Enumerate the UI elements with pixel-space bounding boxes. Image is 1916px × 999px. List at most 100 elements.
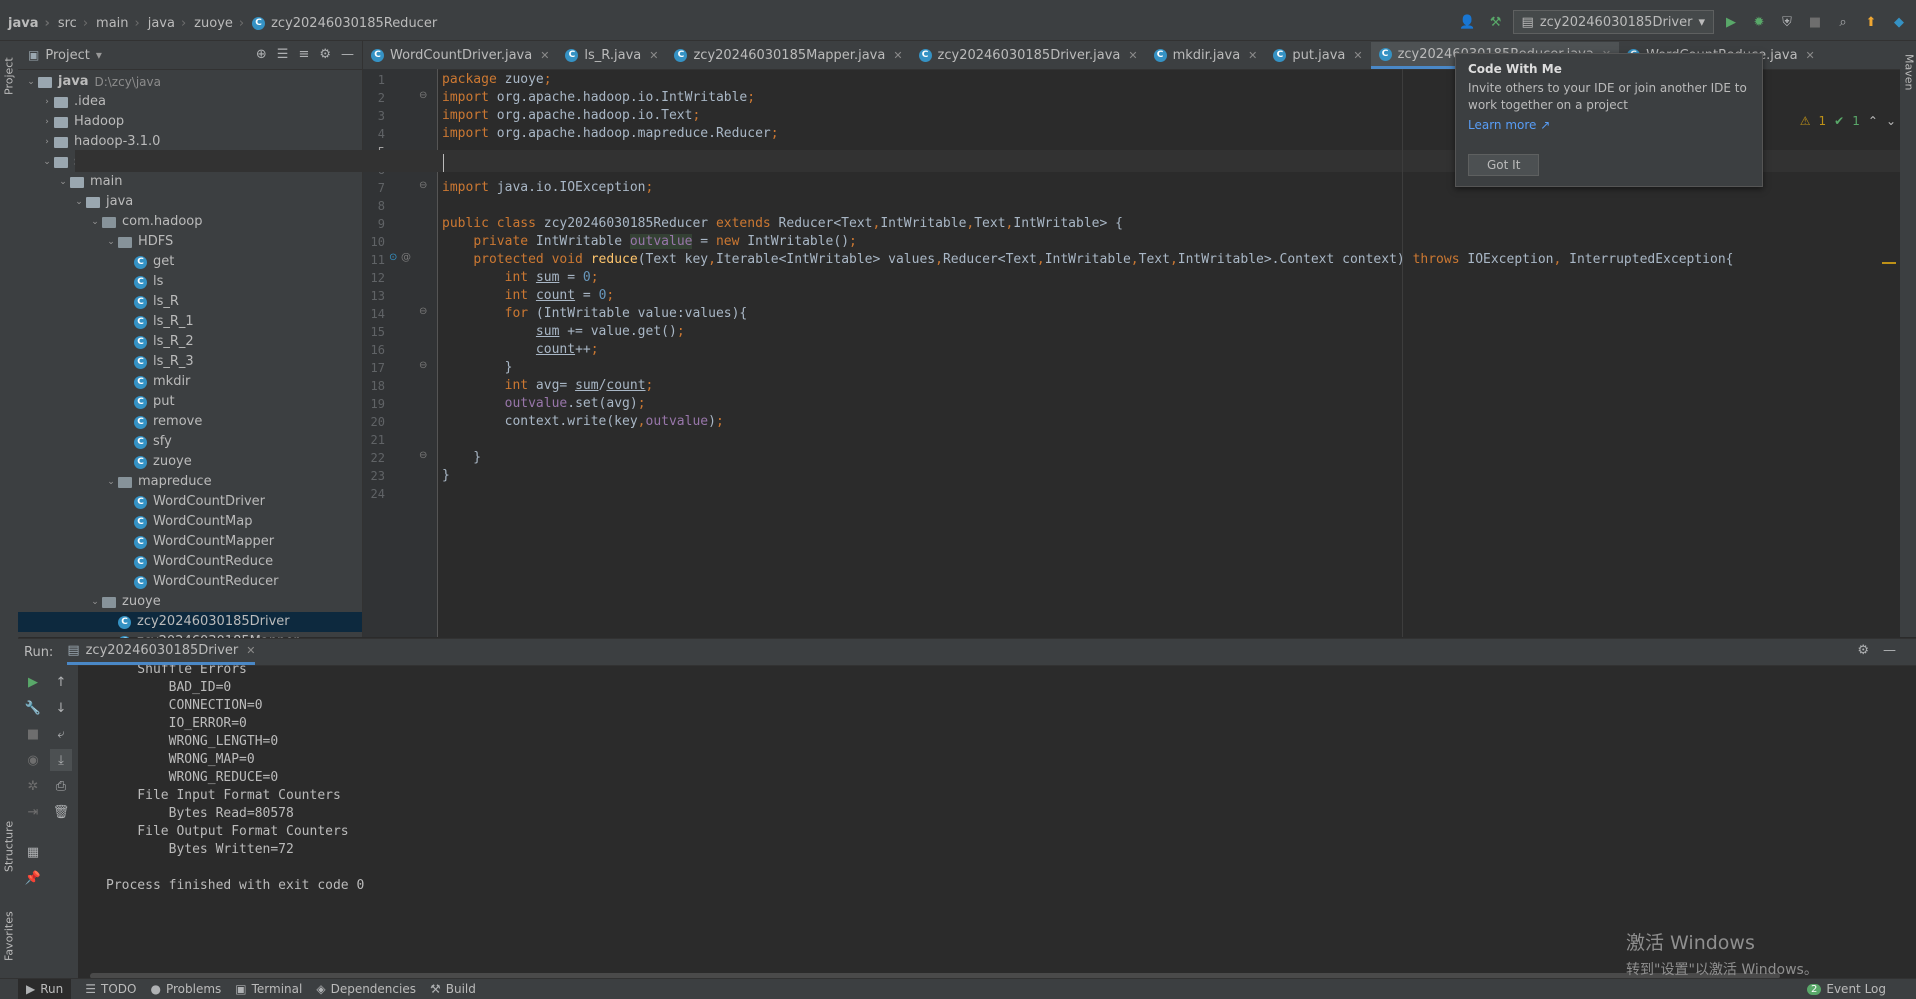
scroll-to-end-icon[interactable]: ⤓	[50, 749, 72, 771]
gear-icon[interactable]: ⚙	[319, 47, 331, 62]
tree-item[interactable]: ⌄ com.hadoop	[18, 212, 362, 232]
tree-item[interactable]: ⌄ java	[18, 192, 362, 212]
chevron-down-icon[interactable]: ⌄	[24, 72, 38, 92]
tree-item[interactable]: C WordCountReduce	[18, 552, 362, 572]
chevron-down-icon[interactable]: ▾	[96, 48, 102, 62]
structure-side-tab[interactable]: Structure	[0, 811, 18, 881]
tree-item[interactable]: Cls_R_3	[18, 352, 362, 372]
rerun-icon[interactable]: ▶	[22, 671, 44, 693]
tree-item[interactable]: Cls	[18, 272, 362, 292]
breadcrumb-item[interactable]: main ›	[92, 16, 144, 31]
tree-item[interactable]: ⌄ HDFS	[18, 232, 362, 252]
tree-item[interactable]: ⌄ mapreduce	[18, 472, 362, 492]
close-icon[interactable]: ✕	[1248, 49, 1257, 62]
tree-item[interactable]: ⌄ zuoye	[18, 592, 362, 612]
tree-item[interactable]: › hadoop-3.1.0	[18, 132, 362, 152]
stop-icon[interactable]: ■	[22, 723, 44, 745]
tree-item[interactable]: Csfy	[18, 432, 362, 452]
close-icon[interactable]: ✕	[893, 49, 902, 62]
tree-item[interactable]: Cput	[18, 392, 362, 412]
minimize-icon[interactable]: —	[1883, 643, 1896, 658]
search-icon[interactable]: ⌕	[1832, 11, 1854, 33]
print-icon[interactable]: ⎙	[50, 775, 72, 797]
collapse-all-icon[interactable]: ≡	[298, 47, 309, 62]
breadcrumb-item[interactable]: Czcy20246030185Reducer	[248, 16, 441, 31]
status-tab-dependencies[interactable]: ◈ Dependencies	[316, 982, 416, 996]
override-icon[interactable]: ⊙	[389, 252, 397, 263]
fold-icon[interactable]: ⊖	[419, 180, 427, 191]
coverage-icon[interactable]: ⛨	[1776, 11, 1798, 33]
editor-tab[interactable]: Cput.java ✕	[1265, 42, 1370, 69]
close-icon[interactable]: ✕	[1128, 49, 1137, 62]
fold-icon[interactable]: ⊖	[419, 306, 427, 317]
fold-icon[interactable]: ⊖	[419, 90, 427, 101]
arrow-up-icon[interactable]: ↑	[50, 671, 72, 693]
soft-wrap-icon[interactable]: ⤶	[50, 723, 72, 745]
chevron-down-icon[interactable]: ⌄	[104, 232, 118, 252]
run-config-select[interactable]: ▤ zcy20246030185Driver ▾	[1512, 10, 1714, 34]
tree-item[interactable]: › Hadoop	[18, 112, 362, 132]
tree-item[interactable]: C WordCountReducer	[18, 572, 362, 592]
warning-stripe-mark[interactable]	[1882, 262, 1896, 264]
exit-icon[interactable]: ⇥	[22, 801, 44, 823]
fold-icon[interactable]: ⊖	[419, 450, 427, 461]
hammer-icon[interactable]: ⚒	[1485, 11, 1507, 33]
fold-icon[interactable]: ⊖	[419, 360, 427, 371]
editor-tab[interactable]: Czcy20246030185Mapper.java ✕	[666, 42, 910, 69]
breadcrumb-item[interactable]: zuoye ›	[190, 16, 248, 31]
chevron-down-icon[interactable]: ⌄	[88, 212, 102, 232]
status-tab-todo[interactable]: ☰ TODO	[85, 982, 136, 996]
chevron-right-icon[interactable]: ›	[40, 92, 54, 112]
breadcrumb-item[interactable]: java ›	[144, 16, 190, 31]
minimize-icon[interactable]: —	[341, 47, 354, 62]
tree-item[interactable]: Cmkdir	[18, 372, 362, 392]
maven-side-tab[interactable]: Maven	[1900, 47, 1916, 97]
tree-item[interactable]: Czcy20246030185Driver	[18, 612, 362, 632]
event-log-button[interactable]: 2 Event Log	[1807, 979, 1886, 999]
chevron-down-icon[interactable]: ⌄	[1886, 114, 1896, 128]
chevron-right-icon[interactable]: ›	[40, 132, 54, 152]
close-icon[interactable]: ✕	[1806, 49, 1815, 62]
status-tab-build[interactable]: ⚒ Build	[430, 982, 476, 996]
project-side-tab[interactable]: Project	[0, 47, 18, 105]
tree-root[interactable]: ⌄ java D:\zcy\java	[18, 72, 362, 92]
tree-item[interactable]: › .idea	[18, 92, 362, 112]
run-icon[interactable]: ▶	[1720, 11, 1742, 33]
bug-icon[interactable]: ✲	[22, 775, 44, 797]
camera-icon[interactable]: ◉	[22, 749, 44, 771]
chevron-up-icon[interactable]: ⌃	[1868, 114, 1878, 128]
close-icon[interactable]: ✕	[1353, 49, 1362, 62]
debug-icon[interactable]: ✹	[1748, 11, 1770, 33]
project-panel-title[interactable]: Project	[45, 48, 89, 63]
tree-item[interactable]: Czuoye	[18, 452, 362, 472]
status-tab-run[interactable]: ▶ Run	[18, 979, 72, 999]
learn-more-link[interactable]: Learn more ↗	[1468, 118, 1750, 132]
editor-tab[interactable]: Czcy20246030185Driver.java ✕	[911, 42, 1146, 69]
status-tab-terminal[interactable]: ▣ Terminal	[235, 982, 302, 996]
console-output[interactable]: Shuffle Errors BAD_ID=0 CONNECTION=0 IO_…	[86, 665, 1888, 965]
layout-icon[interactable]: ▦	[22, 841, 44, 863]
tree-item[interactable]: C WordCountMap	[18, 512, 362, 532]
tree-item[interactable]: C WordCountDriver	[18, 492, 362, 512]
run-tab[interactable]: ▤ zcy20246030185Driver ✕	[67, 639, 256, 665]
tree-item[interactable]: C WordCountMapper	[18, 532, 362, 552]
annotation-icon[interactable]: @	[401, 252, 411, 263]
chevron-right-icon[interactable]: ›	[40, 112, 54, 132]
got-it-button[interactable]: Got It	[1468, 154, 1540, 176]
breadcrumb-item[interactable]: java ›	[0, 16, 54, 31]
trash-icon[interactable]: 🗑	[50, 801, 72, 823]
user-icon[interactable]: 👤	[1457, 11, 1479, 33]
status-tab-problems[interactable]: ● Problems	[150, 982, 221, 996]
locate-icon[interactable]: ⊕	[256, 47, 267, 62]
editor-tab[interactable]: C WordCountDriver.java ✕	[363, 42, 557, 69]
tree-item[interactable]: Cget	[18, 252, 362, 272]
chevron-down-icon[interactable]: ⌄	[72, 192, 86, 212]
editor-tab[interactable]: Cmkdir.java ✕	[1146, 42, 1266, 69]
tree-item[interactable]: ⌄ main	[18, 172, 362, 192]
close-icon[interactable]: ✕	[246, 644, 255, 657]
inspection-widget[interactable]: ⚠ 1 ✔ 1 ⌃ ⌄	[1800, 114, 1896, 128]
favorites-side-tab[interactable]: Favorites	[0, 901, 18, 971]
tree-item[interactable]: Cls_R_1	[18, 312, 362, 332]
close-icon[interactable]: ✕	[649, 49, 658, 62]
plugin-icon[interactable]: ◆	[1888, 11, 1910, 33]
